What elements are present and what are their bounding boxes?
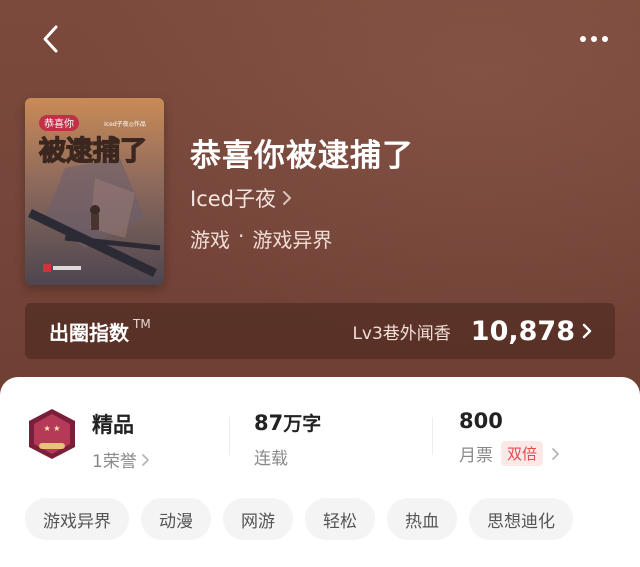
monthly-votes-stat[interactable]: 800 月票 双倍 (459, 409, 560, 466)
genre-row: 游戏 · 游戏异界 (190, 224, 332, 253)
more-horizontal-icon (580, 36, 608, 42)
tag-chip[interactable]: 思想迪化 (469, 498, 573, 540)
book-cover-art: 恭喜你 Iced子夜◎作品 被逮捕了 (25, 98, 164, 285)
double-votes-badge: 双倍 (501, 441, 544, 466)
chevron-right-icon (141, 453, 149, 466)
monthly-votes-label: 月票 (459, 446, 493, 466)
serial-status: 连载 (254, 449, 288, 469)
word-count-stat: 87万字 连载 (254, 409, 321, 469)
author-link[interactable]: Iced子夜 (190, 183, 292, 213)
stat-divider (229, 417, 230, 455)
honor-stat[interactable]: 精品 1荣誉 (92, 409, 150, 472)
popularity-index-bar[interactable]: 出圈指数 TM Lv3巷外闻香 10,878 (25, 303, 615, 359)
cover-badge-text: 恭喜你 (44, 117, 74, 130)
chevron-left-icon (43, 25, 58, 53)
tag-chip[interactable]: 网游 (223, 498, 293, 540)
svg-text:★ ★: ★ ★ (44, 424, 61, 433)
book-cover[interactable]: 恭喜你 Iced子夜◎作品 被逮捕了 (25, 98, 164, 285)
tag-chip[interactable]: 游戏异界 (25, 498, 129, 540)
genre-main: 游戏 (190, 228, 230, 252)
chevron-right-icon (552, 447, 559, 460)
author-name: Iced子夜 (190, 187, 276, 211)
stat-divider (432, 417, 433, 455)
honor-count: 1荣誉 (92, 452, 137, 472)
quality-label: 精品 (92, 413, 134, 437)
word-count-value: 87 (254, 411, 284, 435)
tag-chip[interactable]: 动漫 (141, 498, 211, 540)
genre-sub: 游戏异界 (252, 228, 333, 252)
tag-list: 游戏异界 动漫 网游 轻松 热血 思想迪化 (25, 498, 573, 540)
word-count-unit: 万字 (283, 413, 322, 435)
popularity-label: 出圈指数 (49, 320, 129, 345)
popularity-level: Lv3巷外闻香 (352, 323, 451, 344)
chevron-right-icon (283, 191, 291, 205)
more-button[interactable] (574, 24, 614, 54)
cover-title-text: 被逮捕了 (39, 136, 147, 167)
monthly-votes-value: 800 (459, 409, 503, 433)
genre-separator: · (238, 224, 245, 248)
back-button[interactable] (34, 22, 68, 56)
info-panel: ★ ★ 精品 1荣誉 87万字 连载 800 月票 双倍 游戏异界 动漫 网游 … (0, 377, 640, 567)
chevron-right-icon (581, 322, 593, 340)
quality-badge-icon[interactable]: ★ ★ (25, 407, 79, 461)
tag-chip[interactable]: 热血 (387, 498, 457, 540)
popularity-value: 10,878 (470, 315, 575, 347)
cover-byline: Iced子夜◎作品 (104, 120, 146, 128)
book-title: 恭喜你被逮捕了 (190, 138, 414, 174)
tag-chip[interactable]: 轻松 (305, 498, 375, 540)
trademark-mark: TM (133, 317, 151, 331)
